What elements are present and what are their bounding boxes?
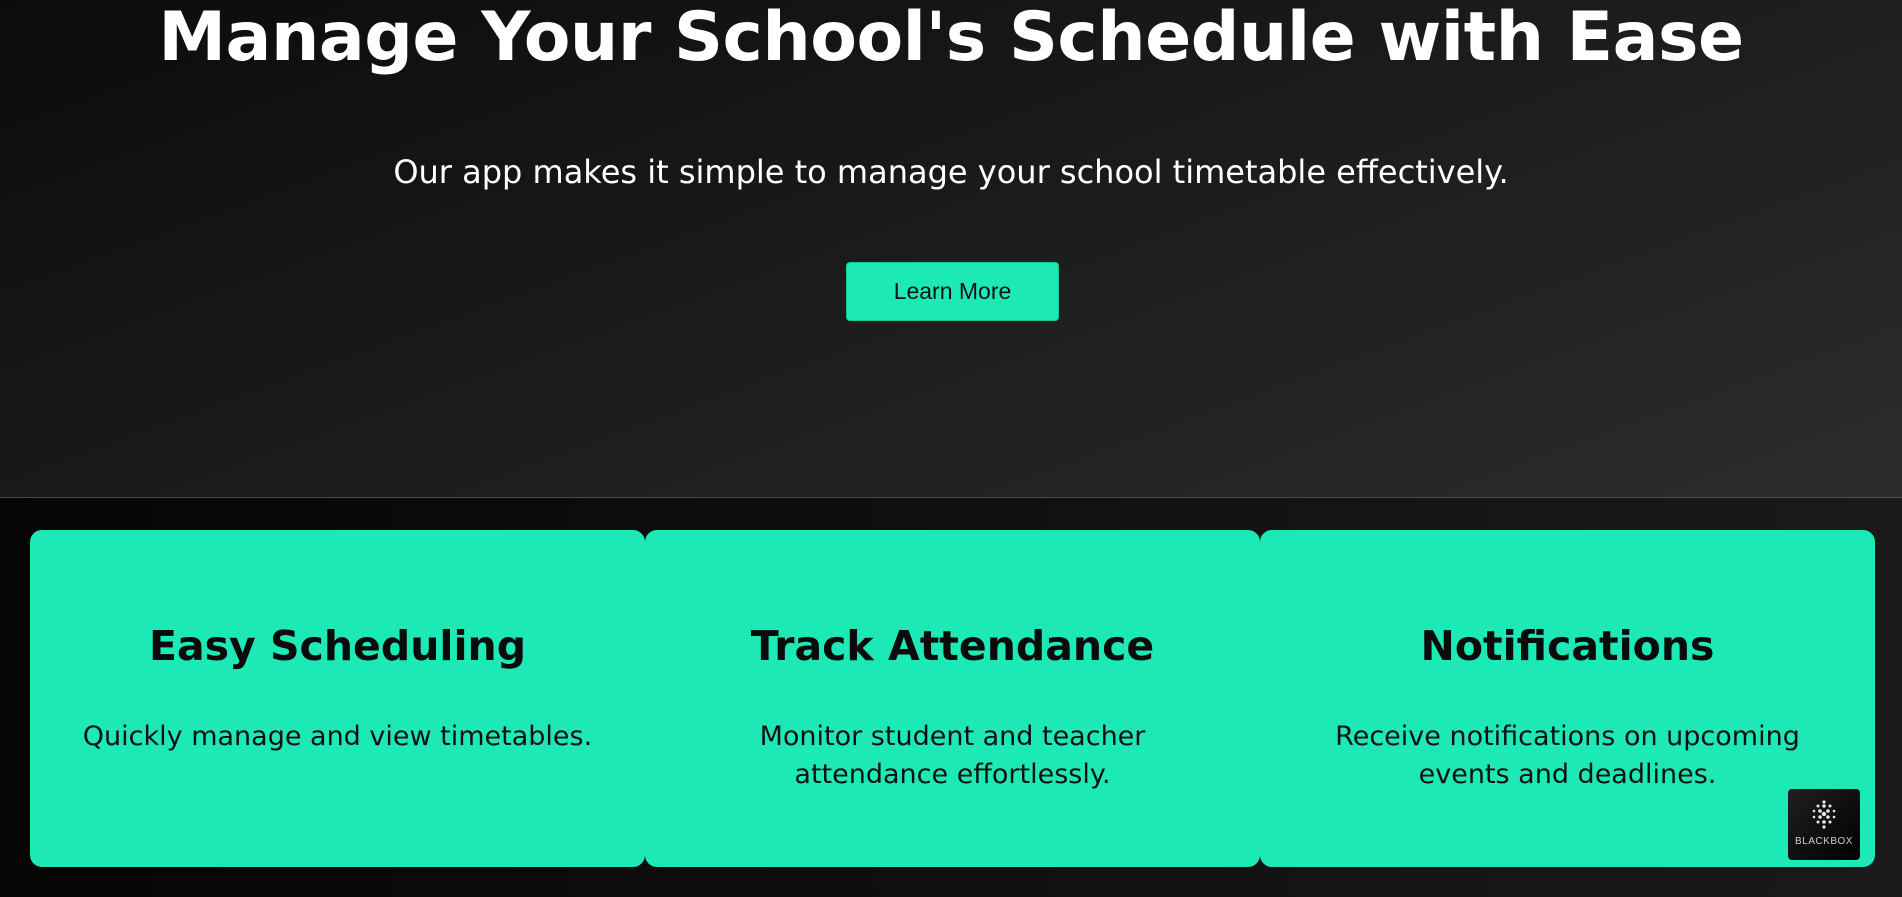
hero-title: Manage Your School's Schedule with Ease (158, 0, 1744, 77)
blackbox-logo-icon (1812, 800, 1836, 829)
feature-card-notifications: Notifications Receive notifications on u… (1260, 530, 1875, 867)
hero-section: Manage Your School's Schedule with Ease … (0, 0, 1902, 498)
feature-description: Monitor student and teacher attendance e… (759, 721, 1146, 790)
hero-subtitle: Our app makes it simple to manage your s… (393, 153, 1509, 191)
feature-card-track-attendance: Track Attendance Monitor student and tea… (645, 530, 1260, 867)
learn-more-button[interactable]: Learn More (846, 262, 1059, 321)
feature-title: Notifications (1420, 622, 1715, 670)
feature-description: Quickly manage and view timetables. (82, 721, 593, 752)
feature-description: Receive notifications on upcoming events… (1335, 721, 1800, 790)
feature-title: Track Attendance (750, 622, 1155, 670)
feature-card-easy-scheduling: Easy Scheduling Quickly manage and view … (30, 530, 645, 867)
blackbox-label: BLACKBOX (1795, 836, 1853, 847)
feature-title: Easy Scheduling (148, 622, 527, 670)
blackbox-badge[interactable]: BLACKBOX (1788, 789, 1860, 860)
